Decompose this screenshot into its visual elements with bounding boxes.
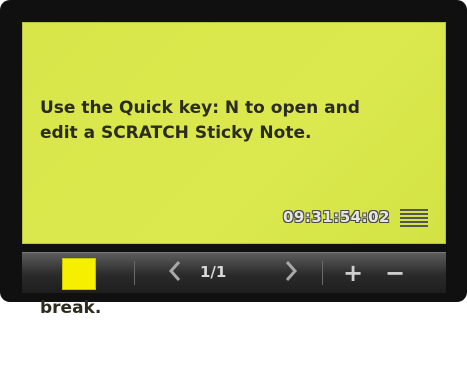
add-note-button[interactable]: + <box>340 257 366 289</box>
delete-note-button[interactable]: − <box>382 257 408 289</box>
sticky-note-body[interactable]: Use the Quick key: N to open and edit a … <box>22 22 446 318</box>
next-note-button[interactable] <box>278 257 304 289</box>
color-swatch-button[interactable] <box>62 258 96 290</box>
toolbar-divider <box>134 261 135 285</box>
sticky-note-window: Use the Quick key: N to open and edit a … <box>0 0 467 318</box>
page-indicator: 1/1 <box>200 263 227 281</box>
note-timestamp: 09:31:54:02 <box>283 208 390 226</box>
chevron-left-icon <box>168 260 182 287</box>
chevron-right-icon <box>284 260 298 287</box>
prev-note-button[interactable] <box>162 257 188 289</box>
note-toolbar: 1/1 + − <box>22 252 446 293</box>
hamburger-icon[interactable] <box>400 208 428 230</box>
toolbar-divider <box>322 261 323 285</box>
note-paragraph-1: Use the Quick key: N to open and edit a … <box>40 98 360 143</box>
